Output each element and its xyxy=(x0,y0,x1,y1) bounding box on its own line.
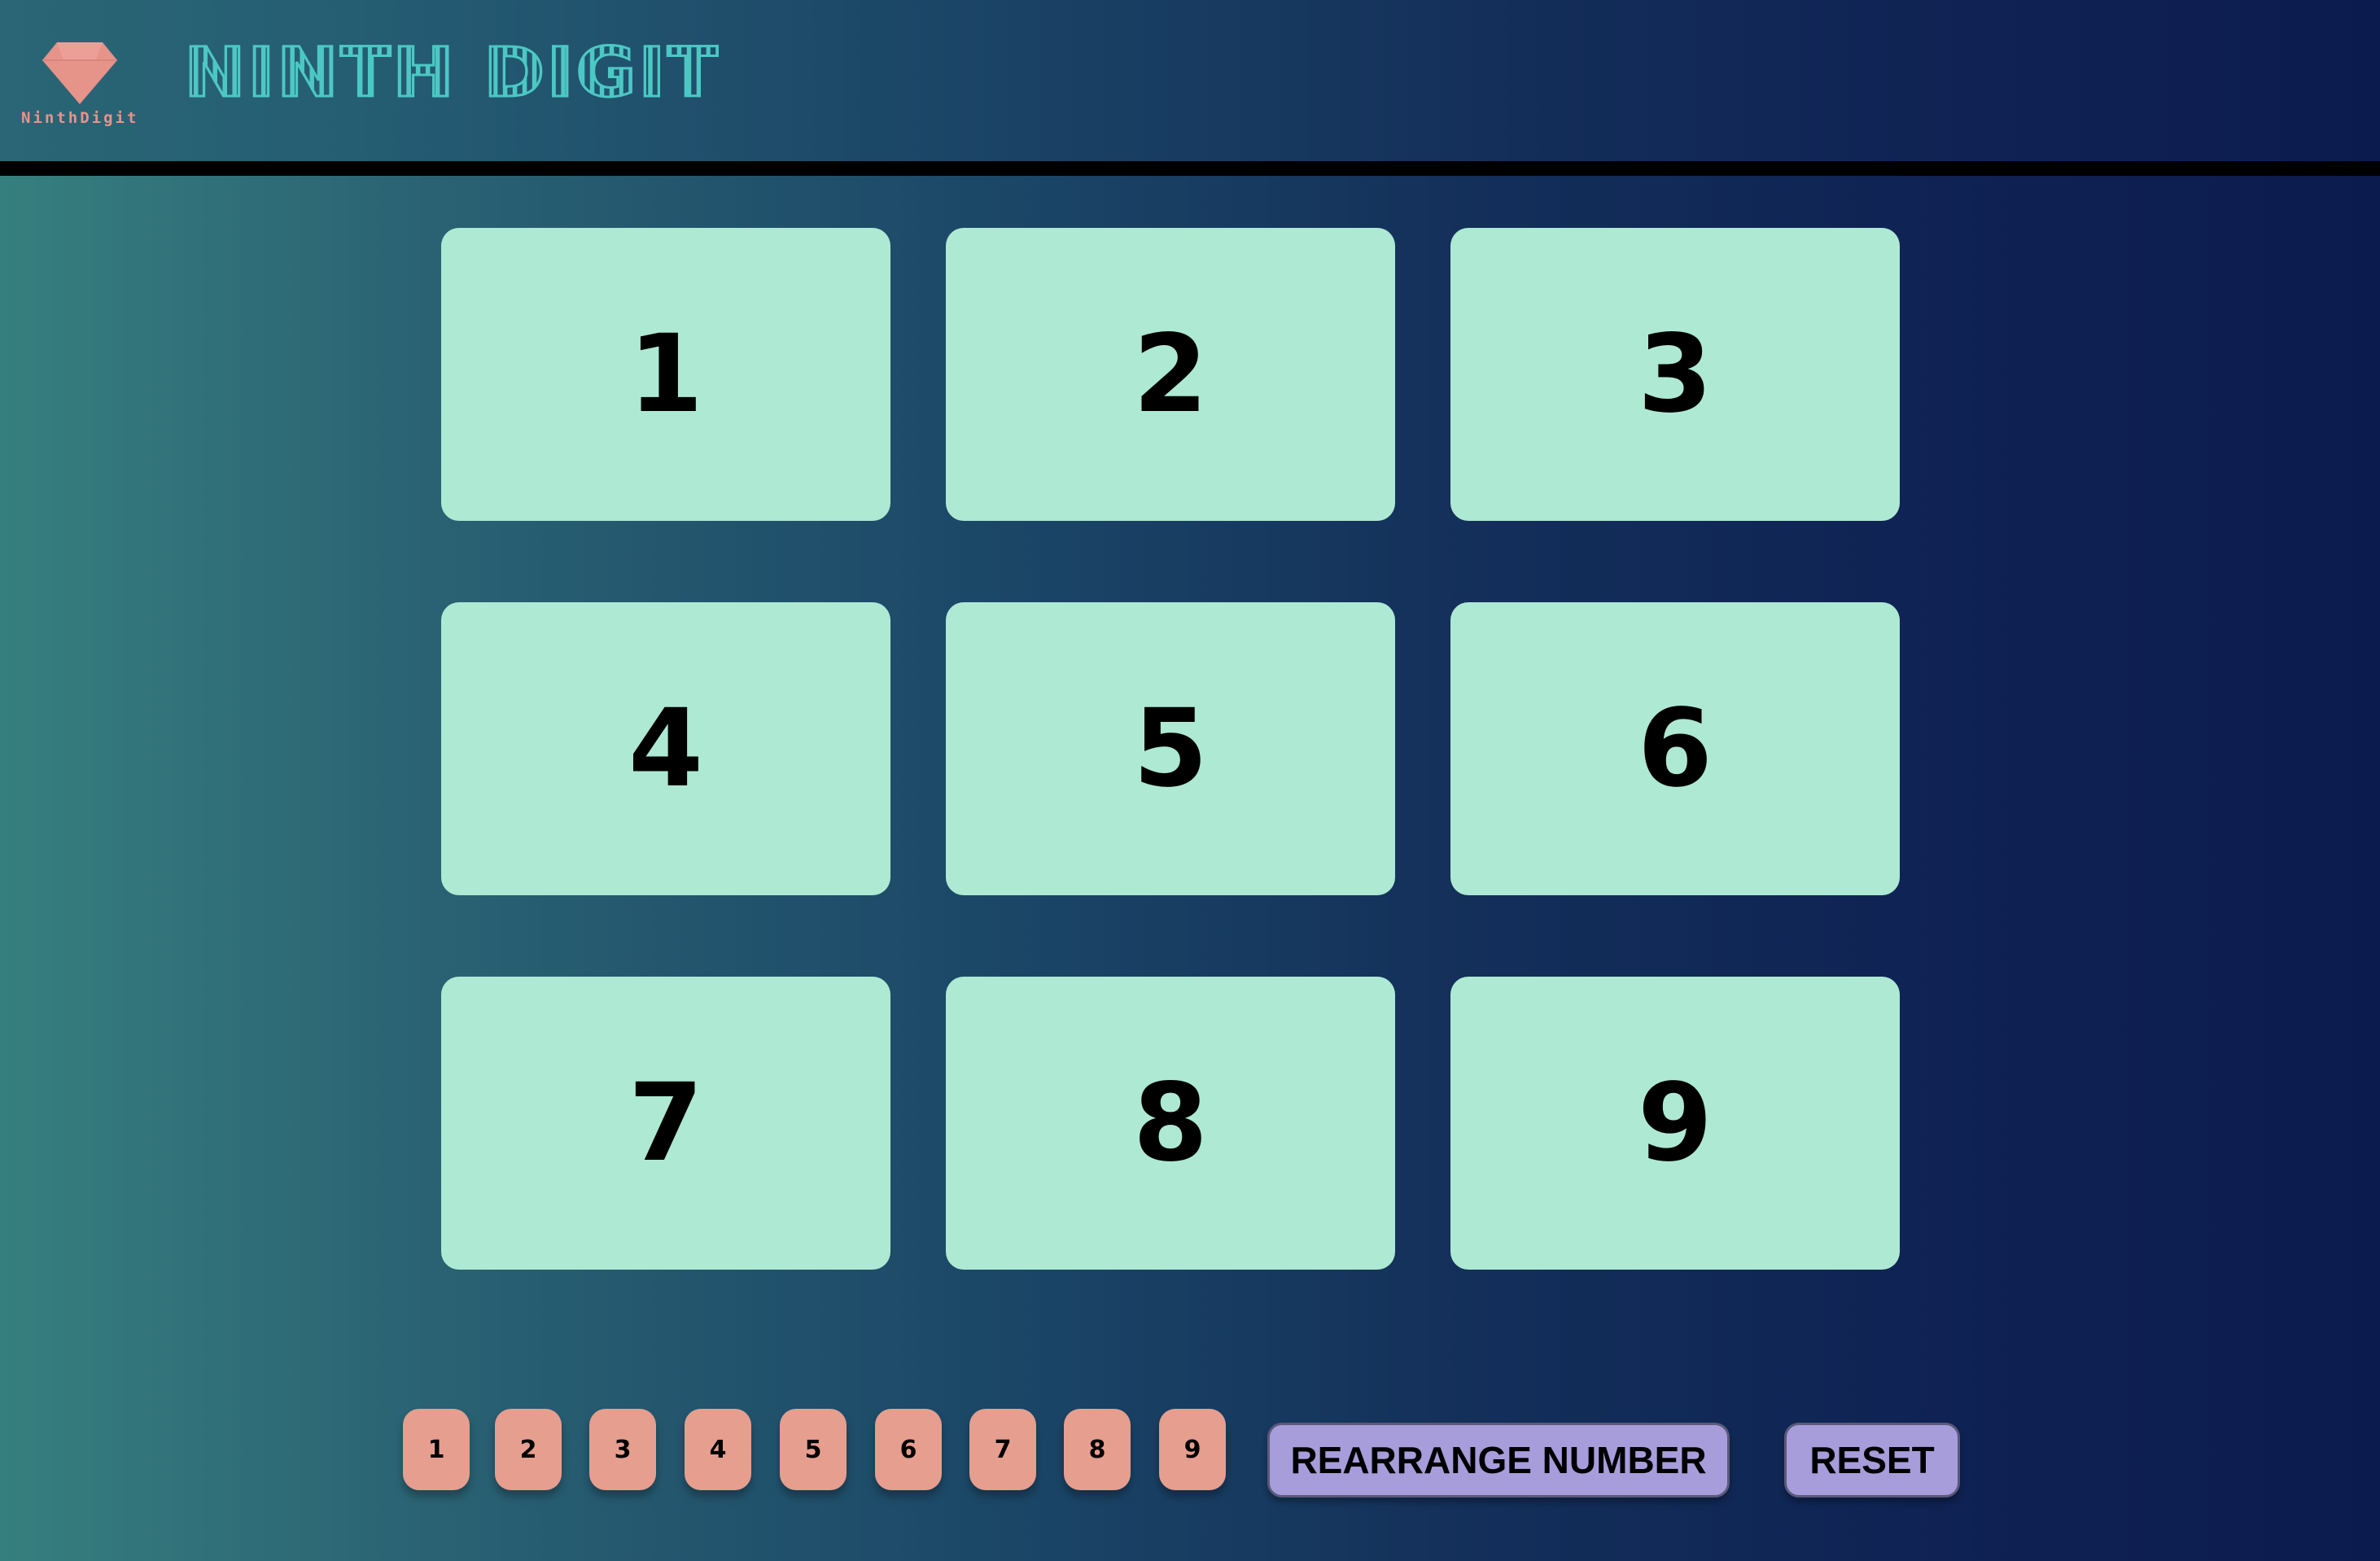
number-chip[interactable]: 9 xyxy=(1159,1409,1226,1490)
number-chip[interactable]: 7 xyxy=(969,1409,1036,1490)
grid-cell[interactable]: 4 xyxy=(441,602,890,895)
grid-cell[interactable]: 3 xyxy=(1450,228,1900,521)
header-divider xyxy=(0,161,2380,176)
rearrange-number-button[interactable]: REARRANGE NUMBER xyxy=(1267,1423,1730,1498)
grid-cell[interactable]: 2 xyxy=(946,228,1395,521)
grid-cell[interactable]: 1 xyxy=(441,228,890,521)
logo[interactable]: NinthDigit xyxy=(21,39,138,130)
number-chip[interactable]: 1 xyxy=(403,1409,470,1490)
grid-cell[interactable]: 9 xyxy=(1450,977,1900,1270)
grid-cell[interactable]: 5 xyxy=(946,602,1395,895)
app-title: NINTH DIGIT xyxy=(182,33,720,112)
grid-cell[interactable]: 6 xyxy=(1450,602,1900,895)
reset-button[interactable]: RESET xyxy=(1784,1423,1960,1498)
logo-text: NinthDigit xyxy=(21,109,139,127)
number-chip[interactable]: 5 xyxy=(780,1409,847,1490)
number-chip[interactable]: 6 xyxy=(875,1409,942,1490)
number-chip[interactable]: 4 xyxy=(685,1409,751,1490)
number-chip[interactable]: 2 xyxy=(495,1409,562,1490)
number-chip[interactable]: 8 xyxy=(1064,1409,1131,1490)
grid-cell[interactable]: 7 xyxy=(441,977,890,1270)
number-chip[interactable]: 3 xyxy=(589,1409,656,1490)
app-header: NinthDigit NINTH DIGIT xyxy=(0,0,2380,161)
grid-cell[interactable]: 8 xyxy=(946,977,1395,1270)
diamond-icon xyxy=(42,42,117,104)
